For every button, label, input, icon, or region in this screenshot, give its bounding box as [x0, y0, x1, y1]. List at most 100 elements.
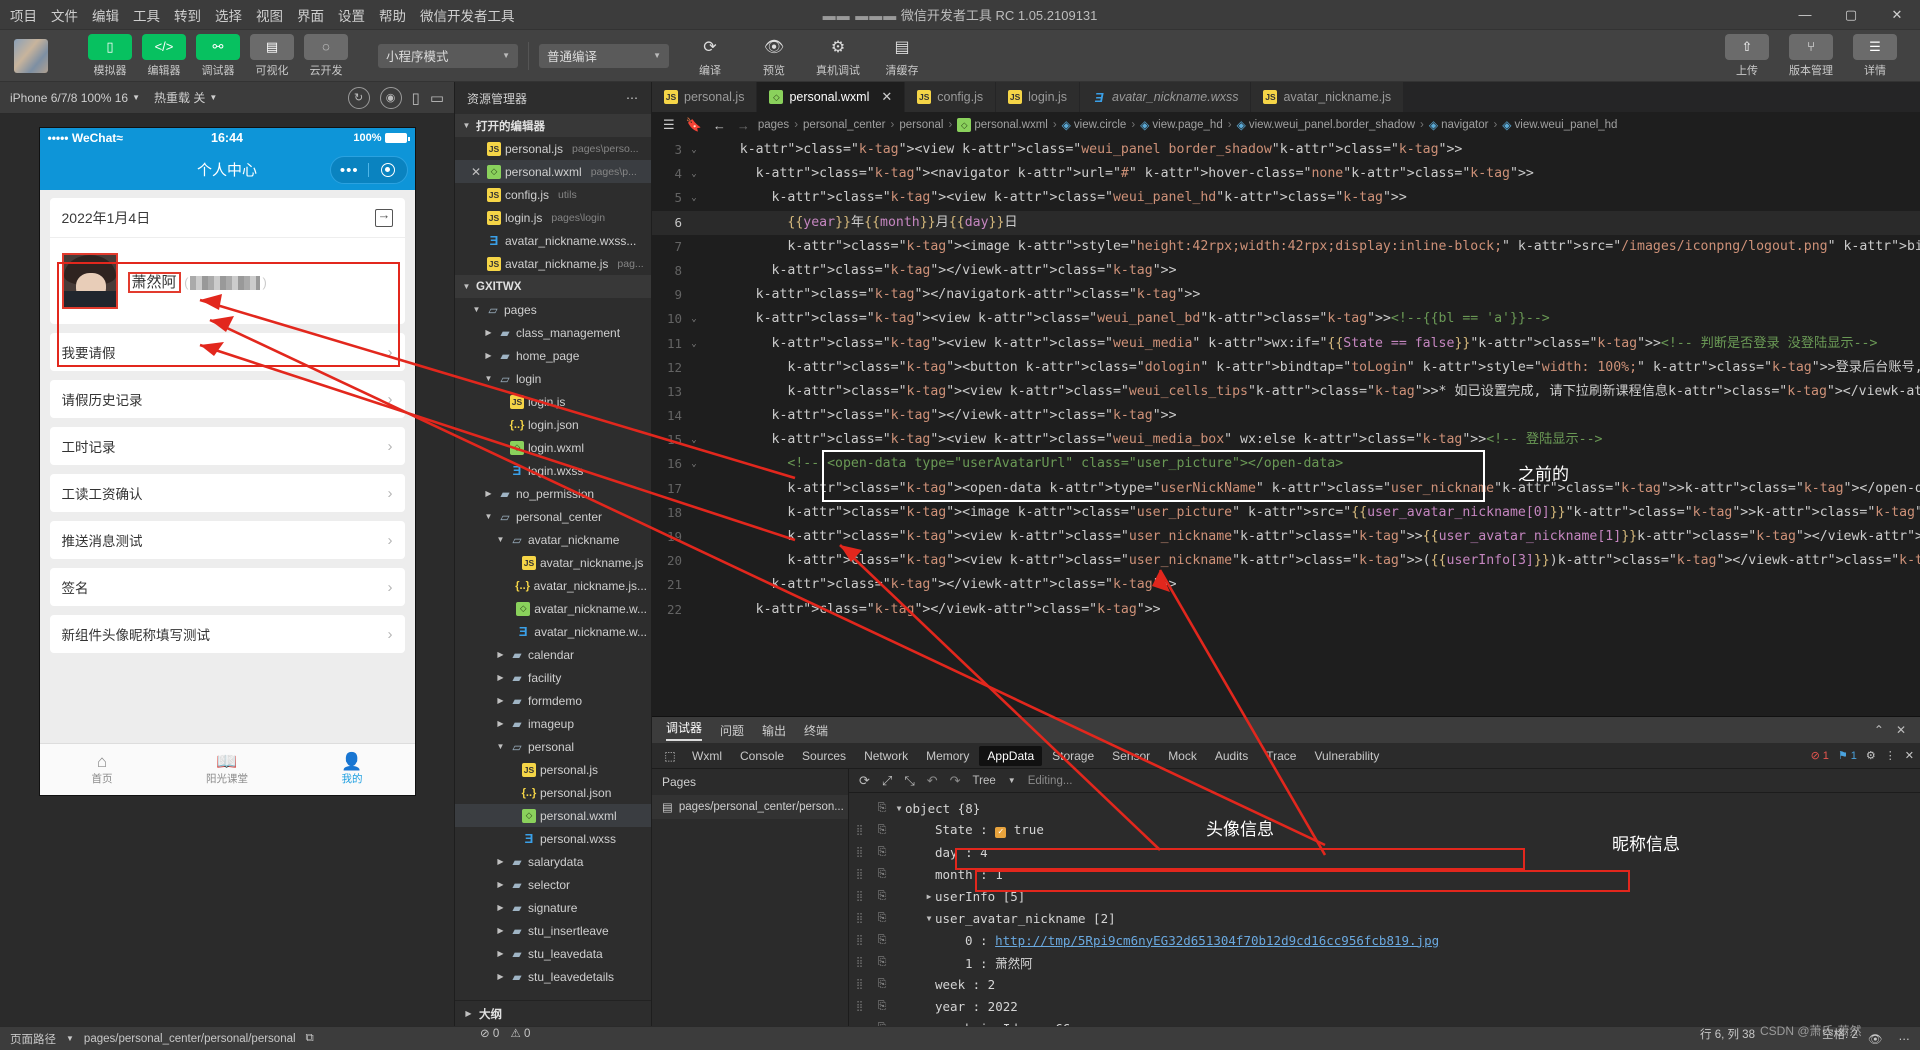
tree-node-stu_leavedetails[interactable]: ▶ ▰ stu_leavedetails — [455, 965, 651, 988]
undo-icon[interactable]: ↶ — [927, 773, 938, 789]
tree-node-avatar_nickname.w...[interactable]: ◇ avatar_nickname.w... — [455, 597, 651, 620]
breadcrumb-item-0[interactable]: pages — [758, 119, 789, 131]
refresh-icon[interactable]: ⟳ — [859, 773, 870, 789]
redo-icon[interactable]: ↷ — [950, 773, 961, 789]
tab-我的[interactable]: 👤 我的 — [290, 744, 415, 795]
menu-row-2[interactable]: 工时记录 › — [49, 427, 405, 465]
copy-icon[interactable]: ⎘ — [871, 999, 893, 1013]
close-button[interactable]: ✕ — [1874, 0, 1920, 30]
checkbox-icon[interactable]: ✓ — [995, 827, 1007, 838]
copy-icon[interactable]: ⎘ — [871, 845, 893, 859]
copy-icon[interactable]: ⎘ — [871, 823, 893, 837]
compile-select[interactable]: 普通编译 ▼ — [539, 43, 669, 68]
tree-node-personal.wxml[interactable]: ◇ personal.wxml — [455, 804, 651, 827]
code-line-11[interactable]: 11 ⌄ k-attr">class =" k-tag "><view k-attr "… — [652, 332, 1920, 356]
user-avatar[interactable] — [14, 38, 48, 73]
drag-handle-icon[interactable]: ⣿ — [849, 847, 871, 858]
fold-chevron-icon[interactable]: ⌄ — [686, 307, 702, 331]
appdata-row-4[interactable]: ⣿ ⎘ ▶ userInfo [5] — [849, 885, 1920, 907]
code-line-5[interactable]: 5 ⌄ k-attr">class =" k-tag "><view k-attr ">… — [652, 186, 1920, 210]
devtools-tab-Vulnerability[interactable]: Vulnerability — [1306, 746, 1387, 766]
code-line-10[interactable]: 10 ⌄ k-attr">class =" k-tag "><view k-attr "… — [652, 307, 1920, 331]
target-icon[interactable] — [369, 163, 407, 177]
devtools-tab-Trace[interactable]: Trace — [1258, 746, 1304, 766]
tree-node-avatar_nickname.js[interactable]: JS avatar_nickname.js — [455, 551, 651, 574]
fold-chevron-icon[interactable]: ⌄ — [686, 428, 702, 452]
menu-item-10[interactable]: 微信开发者工具 — [420, 5, 515, 25]
tree-node-personal_center[interactable]: ▼ ▱ personal_center — [455, 505, 651, 528]
menu-row-1[interactable]: 请假历史记录 › — [49, 380, 405, 418]
copy-icon[interactable]: ⎘ — [871, 889, 893, 903]
chevron-down-icon[interactable]: ▼ — [66, 1034, 74, 1043]
appdata-link[interactable]: http://tmp/5Rpi9cm6nyEG32d651304f70b12d9… — [995, 933, 1439, 948]
breadcrumb-item-5[interactable]: ◈ view.page_hd — [1140, 118, 1223, 132]
tree-node-calendar[interactable]: ▶ ▰ calendar — [455, 643, 651, 666]
breadcrumb-item-4[interactable]: ◈ view.circle — [1062, 118, 1127, 132]
code-line-9[interactable]: 9 k-attr">class =" k-tag "></navigator k-att… — [652, 283, 1920, 307]
fold-chevron-icon[interactable]: ⌄ — [686, 162, 702, 186]
breadcrumb-item-1[interactable]: personal_center — [803, 119, 885, 131]
menu-item-7[interactable]: 界面 — [297, 5, 324, 25]
chevron-right-icon[interactable]: ▶ — [495, 857, 506, 866]
menu-item-0[interactable]: 项目 — [10, 5, 37, 25]
drag-handle-icon[interactable]: ⣿ — [849, 913, 871, 924]
code-line-3[interactable]: 3 ⌄ k-attr">class =" k-tag "><view k-attr ">… — [652, 138, 1920, 162]
tree-node-login[interactable]: ▼ ▱ login — [455, 367, 651, 390]
code-line-13[interactable]: 13 k-attr">class =" k-tag "><view k-attr ">c… — [652, 380, 1920, 404]
chevron-down-icon[interactable]: ▼ — [483, 374, 494, 383]
tree-node-imageup[interactable]: ▶ ▰ imageup — [455, 712, 651, 735]
drag-handle-icon[interactable]: ⣿ — [849, 1001, 871, 1012]
chevron-down-icon[interactable]: ▼ — [471, 305, 482, 314]
project-section[interactable]: ▼ GXITWX — [455, 275, 651, 298]
breadcrumb-item-8[interactable]: ◈ view.weui_panel_hd — [1502, 118, 1617, 132]
appdata-row-1[interactable]: ⣿ ⎘ State : ✓ true — [849, 819, 1920, 841]
copy-icon[interactable]: ⧉ — [306, 1032, 314, 1045]
open-editors-section[interactable]: ▼ 打开的编辑器 — [455, 114, 651, 137]
menu-row-4[interactable]: 推送消息测试 › — [49, 521, 405, 559]
open-editor-login.js[interactable]: JS login.js pages\login — [455, 206, 651, 229]
chevron-right-icon[interactable]: ▶ — [483, 351, 494, 360]
device-select[interactable]: iPhone 6/7/8 100% 16 ▼ — [10, 91, 140, 105]
breadcrumb-item-6[interactable]: ◈ view.weui_panel.border_shadow — [1237, 118, 1415, 132]
toolbar-button-版本管理[interactable]: ⑂ 版本管理 — [1784, 33, 1838, 78]
tree-node-stu_insertleave[interactable]: ▶ ▰ stu_insertleave — [455, 919, 651, 942]
appdata-row-10[interactable]: ⎘ __webviewId__ : 66 — [849, 1017, 1920, 1027]
chevron-right-icon[interactable]: ▶ — [495, 972, 506, 981]
drag-handle-icon[interactable]: ⣿ — [849, 825, 871, 836]
close-icon[interactable]: ✕ — [1905, 749, 1914, 762]
chevron-down-icon[interactable]: ▼ — [923, 914, 935, 923]
tab-阳光课堂[interactable]: 📖 阳光课堂 — [165, 744, 290, 795]
tree-node-pages[interactable]: ▼ ▱ pages — [455, 298, 651, 321]
tree-node-signature[interactable]: ▶ ▰ signature — [455, 896, 651, 919]
chevron-up-icon[interactable]: ⌃ — [1874, 723, 1884, 737]
editor-tab-login.js[interactable]: JS login.js — [996, 82, 1081, 112]
editor-tab-personal.wxml[interactable]: ◇ personal.wxml ✕ — [757, 82, 906, 112]
warning-badge[interactable]: ⚑ 1 — [1838, 749, 1857, 763]
chevron-down-icon[interactable]: ▼ — [893, 804, 905, 813]
toolbar-button-上传[interactable]: ⇧ 上传 — [1720, 33, 1774, 78]
menu-row-5[interactable]: 签名 › — [49, 568, 405, 606]
menu-item-3[interactable]: 工具 — [133, 5, 160, 25]
menu-item-8[interactable]: 设置 — [338, 5, 365, 25]
devtools-tab-Network[interactable]: Network — [856, 746, 916, 766]
capsule-button[interactable]: ••• — [329, 156, 408, 184]
devtools-tab-Wxml[interactable]: Wxml — [684, 746, 730, 766]
close-icon[interactable]: ✕ — [469, 165, 483, 179]
record-icon[interactable]: ◉ — [379, 86, 402, 109]
drag-handle-icon[interactable]: ⣿ — [849, 957, 871, 968]
tree-node-formdemo[interactable]: ▶ ▰ formdemo — [455, 689, 651, 712]
menu-item-1[interactable]: 文件 — [51, 5, 78, 25]
code-line-16[interactable]: 16 ⌄ <!-- <open-data type="userAvatarUrl… — [652, 452, 1920, 476]
tree-node-class_management[interactable]: ▶ ▰ class_management — [455, 321, 651, 344]
logout-icon[interactable] — [374, 207, 393, 227]
tree-node-avatar_nickname.w...[interactable]: Ǝavatar_nickname.w... — [455, 620, 651, 643]
expand-icon[interactable]: ⤢ — [882, 773, 892, 789]
tree-node-avatar_nickname[interactable]: ▼ ▱ avatar_nickname — [455, 528, 651, 551]
tree-node-personal.js[interactable]: JS personal.js — [455, 758, 651, 781]
toolbar-button-模拟器[interactable]: ▯ 模拟器 — [88, 33, 132, 78]
tree-node-avatar_nickname.js...[interactable]: {..} avatar_nickname.js... — [455, 574, 651, 597]
toolbar-button-调试器[interactable]: ⚯ 调试器 — [196, 33, 240, 78]
appdata-row-8[interactable]: ⣿ ⎘ week : 2 — [849, 973, 1920, 995]
copy-icon[interactable]: ⎘ — [871, 801, 893, 815]
menu-bar[interactable]: 项目 文件 编辑 工具 转到 选择 视图 界面 设置 帮助 微信开发者工具 — [0, 5, 515, 25]
